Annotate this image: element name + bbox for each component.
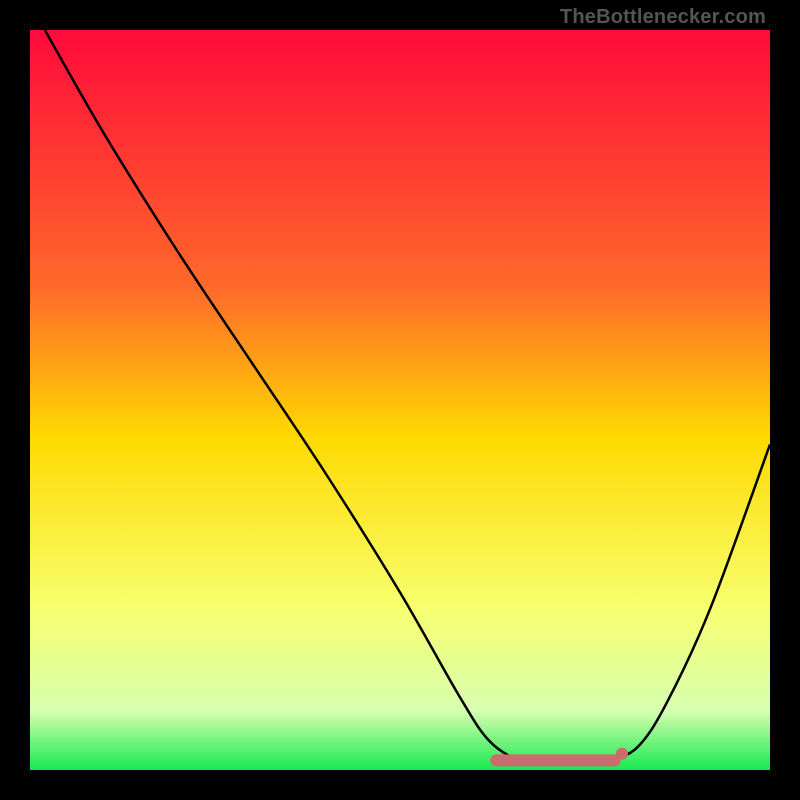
optimal-range-end-dot: [616, 748, 628, 760]
attribution-label: TheBottlenecker.com: [560, 6, 766, 29]
chart-svg: [30, 30, 770, 770]
gradient-background: [30, 30, 770, 770]
chart-plot-area: [30, 30, 770, 770]
chart-frame: TheBottlenecker.com: [0, 0, 800, 800]
